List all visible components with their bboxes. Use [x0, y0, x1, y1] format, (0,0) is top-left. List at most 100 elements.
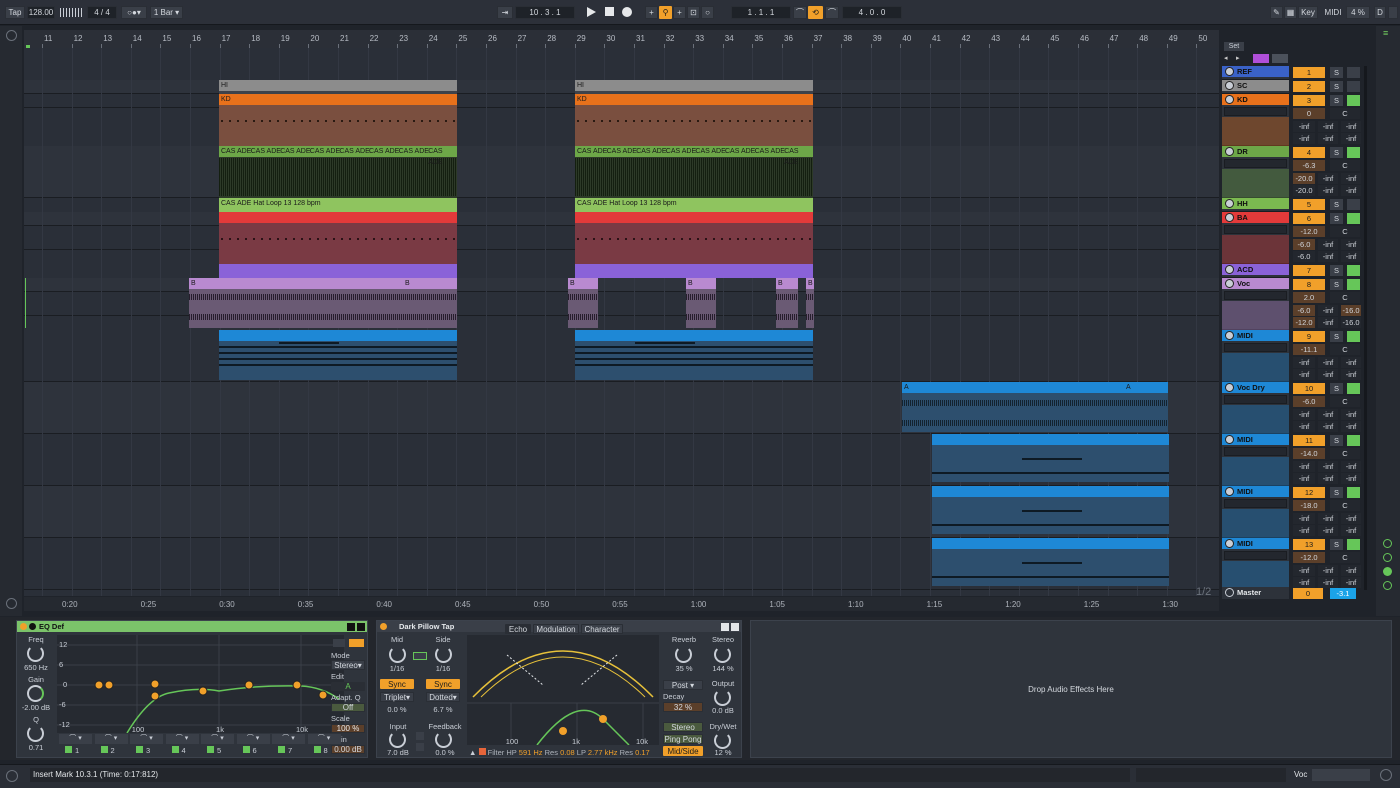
eq-band-filter-type[interactable]: ⌒ ▾ — [272, 734, 305, 744]
key-map-button[interactable]: Key — [1298, 6, 1318, 19]
delay-display[interactable] — [467, 635, 659, 746]
eq-gain-value[interactable]: -2.00 dB — [18, 703, 54, 712]
track-send-d[interactable]: -inf — [1293, 525, 1315, 536]
track-send-b[interactable]: -inf — [1318, 305, 1338, 316]
eq-save-preset-icon[interactable] — [357, 623, 365, 631]
track-number[interactable]: 12 — [1293, 487, 1325, 498]
delay-mode-pingpong[interactable]: Ping Pong — [663, 734, 703, 744]
prev-locator-icon[interactable]: ◂ — [1224, 54, 1232, 62]
filter-res1-value[interactable]: 0.08 — [560, 748, 575, 757]
track-send-a[interactable]: -inf — [1293, 565, 1315, 576]
track-pan[interactable]: C — [1330, 160, 1360, 171]
solo-button[interactable]: S — [1330, 331, 1343, 342]
track-send-d[interactable]: -inf — [1293, 473, 1315, 484]
delay-stereo-value[interactable]: 144 % — [705, 664, 741, 673]
filter-hp-value[interactable]: 591 Hz — [519, 748, 543, 757]
eq-band-toggle[interactable]: 8 — [313, 746, 338, 756]
track-send-f[interactable]: -inf — [1341, 133, 1361, 144]
delay-decay-field[interactable]: 32 % — [663, 702, 703, 712]
solo-button[interactable]: S — [1330, 81, 1343, 92]
track-fold-icon[interactable] — [1225, 539, 1234, 548]
record-arm-icon[interactable] — [1347, 213, 1360, 224]
track-send-b[interactable]: -inf — [1318, 239, 1338, 250]
track-send-e[interactable]: -inf — [1318, 421, 1338, 432]
delay-tab-modulation[interactable]: Modulation — [533, 624, 579, 634]
eq-band-toggle[interactable]: 5 — [207, 746, 231, 756]
clip-midi[interactable] — [575, 330, 813, 380]
track-send-f[interactable]: -16.0 — [1341, 317, 1361, 328]
track-number[interactable]: 11 — [1293, 435, 1325, 446]
quantize-menu[interactable]: 1 Bar ▾ — [150, 6, 183, 19]
track-header[interactable]: MIDI — [1222, 538, 1289, 590]
track-number[interactable]: 10 — [1293, 383, 1325, 394]
track-send-a[interactable]: -6.0 — [1293, 239, 1315, 250]
eq-band-toggle[interactable]: 7 — [278, 746, 302, 756]
solo-button[interactable]: S — [1330, 265, 1343, 276]
eq-band-filter-type[interactable]: ⌒ ▾ — [165, 734, 199, 744]
solo-button[interactable]: S — [1330, 383, 1343, 394]
track-send-c[interactable]: -inf — [1341, 513, 1361, 524]
delay-feedback-knob[interactable] — [435, 731, 452, 748]
track-send-f[interactable]: -inf — [1341, 251, 1361, 262]
track-fold-icon[interactable] — [1225, 81, 1234, 90]
eq-hotswap-icon[interactable] — [347, 623, 355, 631]
delay-tab-character[interactable]: Character — [581, 624, 623, 634]
track-send-a[interactable]: -inf — [1293, 357, 1315, 368]
track-pan[interactable]: C — [1330, 448, 1360, 459]
track-send-d[interactable]: -20.0 — [1293, 185, 1315, 196]
delay-reverb-position[interactable]: Post ▾ — [663, 680, 703, 690]
clip-voc[interactable]: B — [568, 278, 598, 328]
delay-input-value[interactable]: 7.0 dB — [381, 748, 415, 757]
track-header[interactable]: BA — [1222, 212, 1289, 264]
track-send-a[interactable]: -6.0 — [1293, 305, 1315, 316]
track-clip-slot[interactable] — [1224, 551, 1287, 560]
track-send-b[interactable]: -inf — [1318, 121, 1338, 132]
solo-button[interactable]: S — [1330, 95, 1343, 106]
clip-vocdry[interactable]: A — [902, 382, 1124, 432]
record-arm-icon[interactable] — [1347, 95, 1360, 106]
track-number[interactable]: 7 — [1293, 265, 1325, 276]
clip-voc[interactable]: B — [403, 278, 457, 328]
delay-drywet-knob[interactable] — [714, 732, 731, 749]
io-toggle-icon[interactable]: ≡ — [1383, 28, 1393, 38]
track-fold-icon[interactable] — [1225, 213, 1234, 222]
sends-toggle-icon[interactable] — [1383, 539, 1392, 548]
clip-dr[interactable]: CAS ADE CAS ADE CAS ADE CAS ADE CAS ADE CAS A… — [219, 146, 457, 198]
clip-voc[interactable]: B — [189, 278, 403, 328]
track-number[interactable]: 1 — [1293, 67, 1325, 78]
clip-midi[interactable] — [219, 330, 457, 380]
delay-input-drive-icon[interactable] — [416, 732, 424, 740]
clip-kd[interactable]: KD — [219, 94, 457, 146]
delay-hotswap-icon[interactable] — [721, 623, 729, 631]
track-send-b[interactable]: -inf — [1318, 565, 1338, 576]
track-number[interactable]: 8 — [1293, 279, 1325, 290]
track-clip-slot[interactable] — [1224, 395, 1287, 404]
track-fold-icon[interactable] — [1225, 279, 1234, 288]
track-send-a[interactable]: -inf — [1293, 409, 1315, 420]
eq-band-toggle[interactable]: 2 — [100, 746, 125, 756]
eq-band-toggle[interactable]: 6 — [242, 746, 267, 756]
delay-feedback-value[interactable]: 0.0 % — [425, 748, 465, 757]
track-volume[interactable]: -11.1 — [1293, 344, 1325, 355]
track-clip-slot[interactable] — [1224, 291, 1287, 300]
track-send-e[interactable]: -inf — [1318, 251, 1338, 262]
overview-toggle-icon[interactable] — [6, 30, 17, 41]
track-header[interactable]: MIDI — [1222, 434, 1289, 486]
delay-output-value[interactable]: 0.0 dB — [705, 706, 741, 715]
clip-hat[interactable]: CAS ADE Hat Loop 13 128 bpm — [575, 198, 813, 212]
loop-length-field[interactable]: 4 . 0 . 0 — [842, 6, 902, 19]
delay-side-knob[interactable] — [435, 646, 452, 663]
play-icon[interactable] — [587, 7, 596, 17]
clip-midi[interactable] — [932, 434, 1169, 482]
eq-freq-knob[interactable] — [27, 645, 44, 662]
track-send-d[interactable]: -inf — [1293, 369, 1315, 380]
track-send-a[interactable]: -20.0 — [1293, 173, 1315, 184]
track-pan[interactable]: C — [1330, 500, 1360, 511]
drop-effects-zone[interactable]: Drop Audio Effects Here — [750, 620, 1392, 758]
track-volume[interactable]: -18.0 — [1293, 500, 1325, 511]
clip-hat[interactable]: CAS ADE Hat Loop 13 128 bpm — [219, 198, 457, 212]
track-send-c[interactable]: -inf — [1341, 409, 1361, 420]
eq-scale-field[interactable]: 100 % — [331, 724, 365, 733]
overdub-icon[interactable]: + — [645, 6, 658, 19]
track-number[interactable]: 3 — [1293, 95, 1325, 106]
